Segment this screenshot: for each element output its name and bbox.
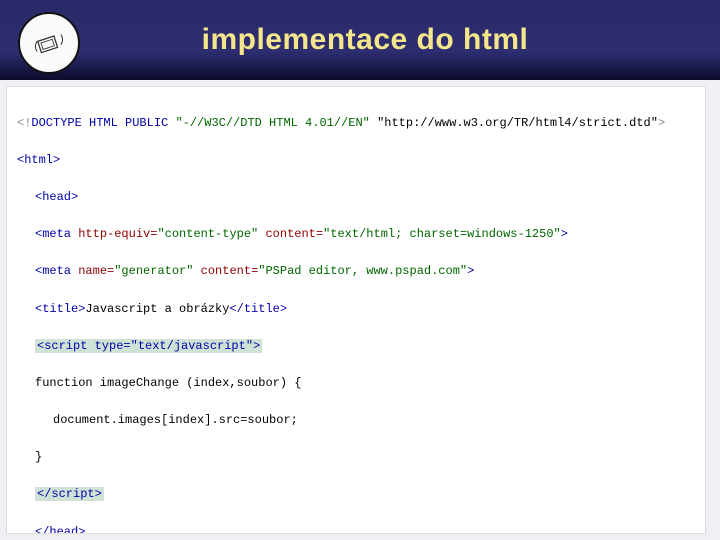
slide-header: implementace do html	[0, 0, 720, 80]
logo-icon	[18, 12, 80, 74]
code-text: <!	[17, 116, 31, 130]
slide-title: implementace do html	[80, 23, 720, 57]
code-listing: <!DOCTYPE HTML PUBLIC "-//W3C//DTD HTML …	[6, 86, 706, 534]
